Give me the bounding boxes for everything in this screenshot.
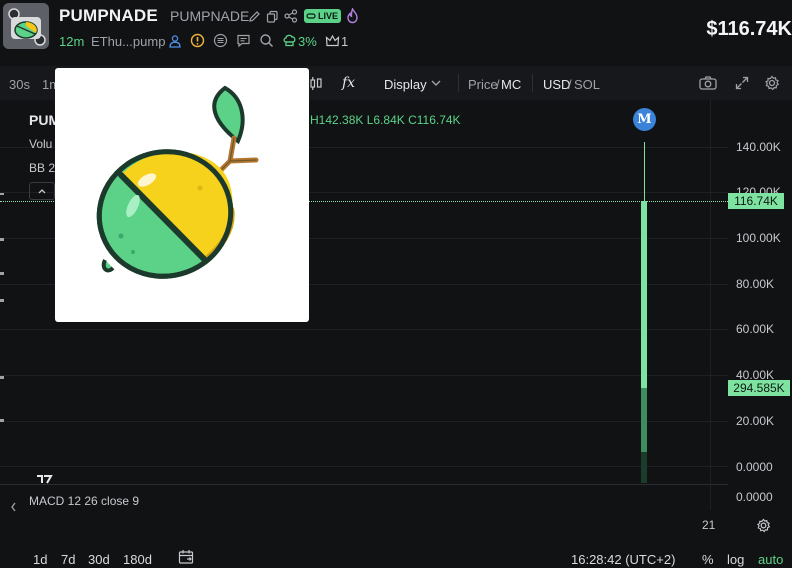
y-axis-label: 80.00K — [736, 277, 775, 291]
camera-icon[interactable] — [698, 75, 718, 91]
volume-bar-shade — [641, 452, 647, 483]
interval-30s[interactable]: 30s — [9, 77, 30, 92]
current-price-tag: 116.74K — [728, 193, 784, 209]
token-header: PUMPNADE PUMPNADE LIVE 12m EThu...pump 3… — [0, 0, 792, 60]
chart-settings-gear-icon[interactable] — [756, 518, 771, 533]
y-axis-label: 20.00K — [736, 414, 775, 428]
gear-icon[interactable] — [764, 75, 780, 91]
market-cap-price: $116.74K — [706, 18, 792, 40]
draw-tool-icon[interactable] — [0, 299, 4, 302]
chevron-left-icon[interactable] — [9, 501, 19, 513]
mc-toggle[interactable]: MC — [501, 77, 521, 92]
draw-tool-icon[interactable] — [0, 272, 4, 275]
draw-tool-icon[interactable] — [0, 238, 4, 241]
volume-legend[interactable]: Volu — [29, 137, 52, 151]
candle-wick — [644, 142, 645, 202]
person-icon[interactable] — [168, 34, 182, 48]
bollinger-legend[interactable]: BB 2 — [29, 161, 55, 175]
list-icon[interactable] — [213, 33, 228, 48]
token-age: 12m — [59, 34, 85, 49]
y-axis-label: 100.00K — [736, 231, 781, 245]
share-icon[interactable] — [284, 9, 298, 23]
draw-tool-icon[interactable] — [0, 193, 4, 195]
y-axis-label: 140.00K — [736, 140, 781, 154]
copy-icon[interactable] — [266, 10, 279, 23]
calendar-icon[interactable] — [178, 549, 195, 565]
y-axis-label: 60.00K — [736, 322, 775, 336]
expand-icon[interactable] — [735, 76, 749, 90]
crown-icon[interactable] — [325, 34, 340, 48]
flame-icon — [347, 8, 358, 24]
price-toggle[interactable]: Price — [468, 77, 498, 92]
chef-hat-icon[interactable] — [282, 33, 297, 48]
draw-tool-icon[interactable] — [0, 376, 4, 379]
gridline — [0, 375, 728, 376]
gridline — [0, 421, 728, 422]
macd-legend[interactable]: MACD 12 26 close 9 — [29, 494, 139, 508]
toggle-slash: / — [568, 77, 572, 92]
range-1d[interactable]: 1d — [33, 552, 47, 567]
log-scale-toggle[interactable]: log — [727, 552, 744, 567]
token-image-preview — [55, 68, 309, 322]
lime-grenade-icon — [96, 85, 259, 279]
range-7d[interactable]: 7d — [61, 552, 75, 567]
live-badge: LIVE — [304, 9, 342, 23]
warning-icon[interactable] — [190, 33, 205, 48]
indicators-button[interactable]: fx — [342, 75, 355, 91]
top-holders-count: 1 — [341, 34, 349, 49]
chat-icon[interactable] — [236, 33, 251, 48]
ohlc-values: H142.38K L6.84K C116.74K — [310, 113, 461, 127]
token-symbol: PUMPNADE — [170, 8, 250, 24]
migration-marker[interactable]: M — [633, 108, 656, 131]
auto-scale-toggle[interactable]: auto — [758, 552, 783, 567]
gridline — [0, 466, 728, 467]
candlestick-icon[interactable] — [309, 76, 323, 92]
draw-tool-icon[interactable] — [0, 419, 4, 422]
usd-toggle[interactable]: USD — [543, 77, 570, 92]
x-axis-tick: 21 — [702, 518, 716, 532]
clock-time[interactable]: 16:28:42 (UTC+2) — [571, 552, 675, 567]
volume-tag: 294.585K — [728, 380, 790, 396]
chart-bottom-bar: 1d 7d 30d 180d 16:28:42 (UTC+2) % log au… — [0, 545, 792, 568]
sol-toggle[interactable]: SOL — [574, 77, 600, 92]
display-dropdown[interactable]: Display — [384, 77, 427, 92]
pill-icon — [306, 13, 316, 19]
range-180d[interactable]: 180d — [123, 552, 152, 567]
range-30d[interactable]: 30d — [88, 552, 110, 567]
lime-avatar-icon — [3, 3, 49, 49]
token-name: PUMPNADE — [59, 6, 158, 25]
chevron-up-icon — [38, 189, 46, 194]
search-icon[interactable] — [259, 33, 274, 48]
collapse-legend-button[interactable] — [29, 182, 55, 200]
time-gridline — [710, 100, 711, 510]
contract-address[interactable]: EThu...pump — [91, 34, 165, 49]
toolbar-divider — [458, 74, 459, 92]
gridline — [0, 329, 728, 330]
pencil-icon[interactable] — [248, 10, 261, 23]
live-label: LIVE — [318, 11, 339, 21]
dev-holding-percent: 3% — [298, 34, 317, 49]
chevron-down-icon[interactable] — [431, 80, 441, 87]
tradingview-logo-icon — [37, 475, 53, 484]
y-axis-label: 0.0000 — [736, 460, 773, 474]
token-avatar[interactable] — [3, 3, 49, 49]
toggle-slash: / — [496, 77, 500, 92]
tradingview-logo[interactable] — [35, 472, 53, 484]
percent-scale-toggle[interactable]: % — [702, 552, 714, 567]
macd-axis-label: 0.0000 — [736, 490, 773, 504]
pane-divider[interactable] — [0, 484, 728, 485]
toolbar-divider — [532, 74, 533, 92]
